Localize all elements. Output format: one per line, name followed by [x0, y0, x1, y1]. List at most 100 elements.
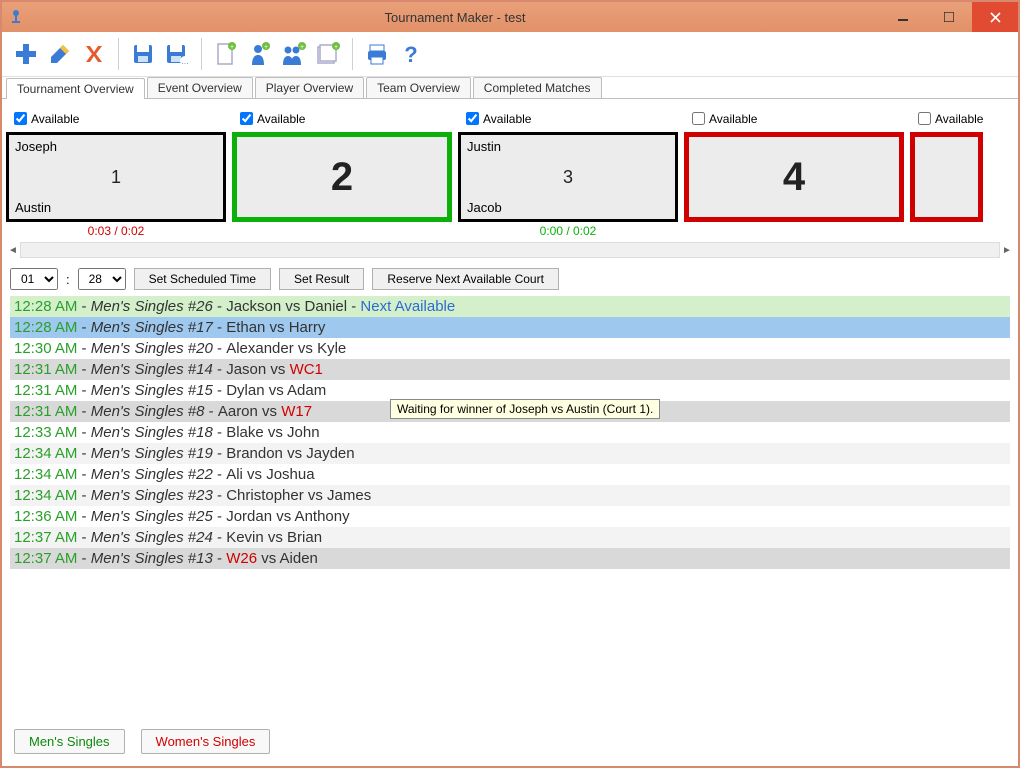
- edit-button[interactable]: [44, 38, 76, 70]
- save-as-button[interactable]: …: [161, 38, 193, 70]
- court-available-checkbox[interactable]: [240, 112, 253, 125]
- match-event: Men's Singles #19: [91, 445, 213, 462]
- reserve-court-button[interactable]: Reserve Next Available Court: [372, 268, 559, 290]
- match-players: Dylan vs Adam: [226, 382, 326, 399]
- match-players: Ali vs Joshua: [226, 466, 314, 483]
- match-wildcard: W17: [281, 403, 312, 420]
- tab-team-overview[interactable]: Team Overview: [366, 77, 471, 98]
- court-timer: [684, 224, 904, 240]
- match-row[interactable]: 12:31 AM - Men's Singles #14 - Jason vs …: [10, 359, 1010, 380]
- new-doc-button[interactable]: +: [210, 38, 242, 70]
- save-button[interactable]: [127, 38, 159, 70]
- match-event: Men's Singles #13: [91, 550, 213, 567]
- match-time: 12:37 AM: [14, 529, 77, 546]
- court-available-checkbox[interactable]: [918, 112, 931, 125]
- match-event: Men's Singles #18: [91, 424, 213, 441]
- court-box[interactable]: 2: [232, 132, 452, 222]
- court-4[interactable]: Available4: [684, 107, 904, 240]
- add-team-button[interactable]: +: [278, 38, 310, 70]
- court-number: [915, 137, 978, 217]
- match-row[interactable]: 12:34 AM - Men's Singles #23 - Christoph…: [10, 485, 1010, 506]
- match-players: Ethan vs Harry: [226, 319, 325, 336]
- court-available-row: Available: [684, 107, 904, 132]
- close-button[interactable]: [972, 2, 1018, 32]
- court-available-label: Available: [483, 112, 531, 126]
- court-3[interactable]: Available Justin3Jacob 0:00 / 0:02: [458, 107, 678, 240]
- court-2[interactable]: Available 2: [232, 107, 452, 240]
- court-timer: 0:03 / 0:02: [6, 224, 226, 240]
- tab-event-overview[interactable]: Event Overview: [147, 77, 253, 98]
- app-window: Tournament Maker - test … + + + + ? Tour…: [0, 0, 1020, 768]
- match-time: 12:31 AM: [14, 382, 77, 399]
- scroll-left-icon[interactable]: ◄: [6, 243, 20, 257]
- match-players: Christopher vs James: [226, 487, 371, 504]
- new-button[interactable]: [10, 38, 42, 70]
- mens-singles-button[interactable]: Men's Singles: [14, 729, 125, 754]
- court-available-checkbox[interactable]: [692, 112, 705, 125]
- tab-player-overview[interactable]: Player Overview: [255, 77, 364, 98]
- match-row[interactable]: 12:28 AM - Men's Singles #26 - Jackson v…: [10, 296, 1010, 317]
- match-row[interactable]: 12:37 AM - Men's Singles #13 - W26 vs Ai…: [10, 548, 1010, 569]
- titlebar: Tournament Maker - test: [2, 2, 1018, 32]
- court-number: 1: [9, 135, 223, 219]
- minimize-button[interactable]: [880, 2, 926, 32]
- scroll-track[interactable]: [20, 242, 1000, 258]
- hour-select[interactable]: 01: [10, 268, 58, 290]
- toolbar: … + + + + ?: [2, 32, 1018, 77]
- tab-tournament-overview[interactable]: Tournament Overview: [6, 78, 145, 99]
- svg-text:+: +: [300, 44, 304, 51]
- court-available-label: Available: [257, 112, 305, 126]
- match-row[interactable]: 12:33 AM - Men's Singles #18 - Blake vs …: [10, 422, 1010, 443]
- match-row[interactable]: 12:28 AM - Men's Singles #17 - Ethan vs …: [10, 317, 1010, 338]
- app-icon: [8, 9, 24, 25]
- court-box[interactable]: [910, 132, 983, 222]
- court-scrollbar[interactable]: ◄ ►: [2, 242, 1018, 258]
- add-player-button[interactable]: +: [244, 38, 276, 70]
- tab-completed-matches[interactable]: Completed Matches: [473, 77, 602, 98]
- match-row[interactable]: 12:34 AM - Men's Singles #19 - Brandon v…: [10, 443, 1010, 464]
- minute-select[interactable]: 28: [78, 268, 126, 290]
- court-box[interactable]: 4: [684, 132, 904, 222]
- delete-button[interactable]: [78, 38, 110, 70]
- match-time: 12:37 AM: [14, 550, 77, 567]
- match-players: Brandon vs Jayden: [226, 445, 354, 462]
- set-result-button[interactable]: Set Result: [279, 268, 364, 290]
- match-event: Men's Singles #25: [91, 508, 213, 525]
- set-scheduled-time-button[interactable]: Set Scheduled Time: [134, 268, 271, 290]
- court-timer: 0:00 / 0:02: [458, 224, 678, 240]
- maximize-button[interactable]: [926, 2, 972, 32]
- womens-singles-button[interactable]: Women's Singles: [141, 729, 271, 754]
- match-row[interactable]: 12:30 AM - Men's Singles #20 - Alexander…: [10, 338, 1010, 359]
- scroll-right-icon[interactable]: ►: [1000, 243, 1014, 257]
- court-1[interactable]: AvailableJoseph1Austin 0:03 / 0:02: [6, 107, 226, 240]
- svg-text:+: +: [334, 44, 338, 51]
- add-event-button[interactable]: +: [312, 38, 344, 70]
- match-event: Men's Singles #24: [91, 529, 213, 546]
- match-players: Aaron vs: [218, 403, 281, 420]
- court-available-row: Available: [6, 107, 226, 132]
- match-wildcard: W26: [226, 550, 257, 567]
- match-wildcard: WC1: [290, 361, 323, 378]
- match-row[interactable]: 12:36 AM - Men's Singles #25 - Jordan vs…: [10, 506, 1010, 527]
- match-players: Jason vs: [226, 361, 289, 378]
- match-time: 12:34 AM: [14, 487, 77, 504]
- court-5[interactable]: Available: [910, 107, 983, 240]
- court-box[interactable]: Justin3Jacob: [458, 132, 678, 222]
- match-event: Men's Singles #8: [91, 403, 205, 420]
- help-button[interactable]: ?: [395, 38, 427, 70]
- toolbar-separator: [201, 38, 202, 70]
- court-available-checkbox[interactable]: [14, 112, 27, 125]
- svg-text:?: ?: [404, 42, 417, 66]
- court-timer: [910, 224, 983, 240]
- match-list[interactable]: 12:28 AM - Men's Singles #26 - Jackson v…: [10, 296, 1010, 719]
- court-box[interactable]: Joseph1Austin: [6, 132, 226, 222]
- match-event: Men's Singles #23: [91, 487, 213, 504]
- match-row[interactable]: 12:37 AM - Men's Singles #24 - Kevin vs …: [10, 527, 1010, 548]
- court-available-label: Available: [935, 112, 983, 126]
- court-timer: [232, 224, 452, 240]
- match-row[interactable]: 12:34 AM - Men's Singles #22 - Ali vs Jo…: [10, 464, 1010, 485]
- print-button[interactable]: [361, 38, 393, 70]
- match-row[interactable]: 12:31 AM - Men's Singles #15 - Dylan vs …: [10, 380, 1010, 401]
- court-available-checkbox[interactable]: [466, 112, 479, 125]
- court-number: 3: [461, 135, 675, 219]
